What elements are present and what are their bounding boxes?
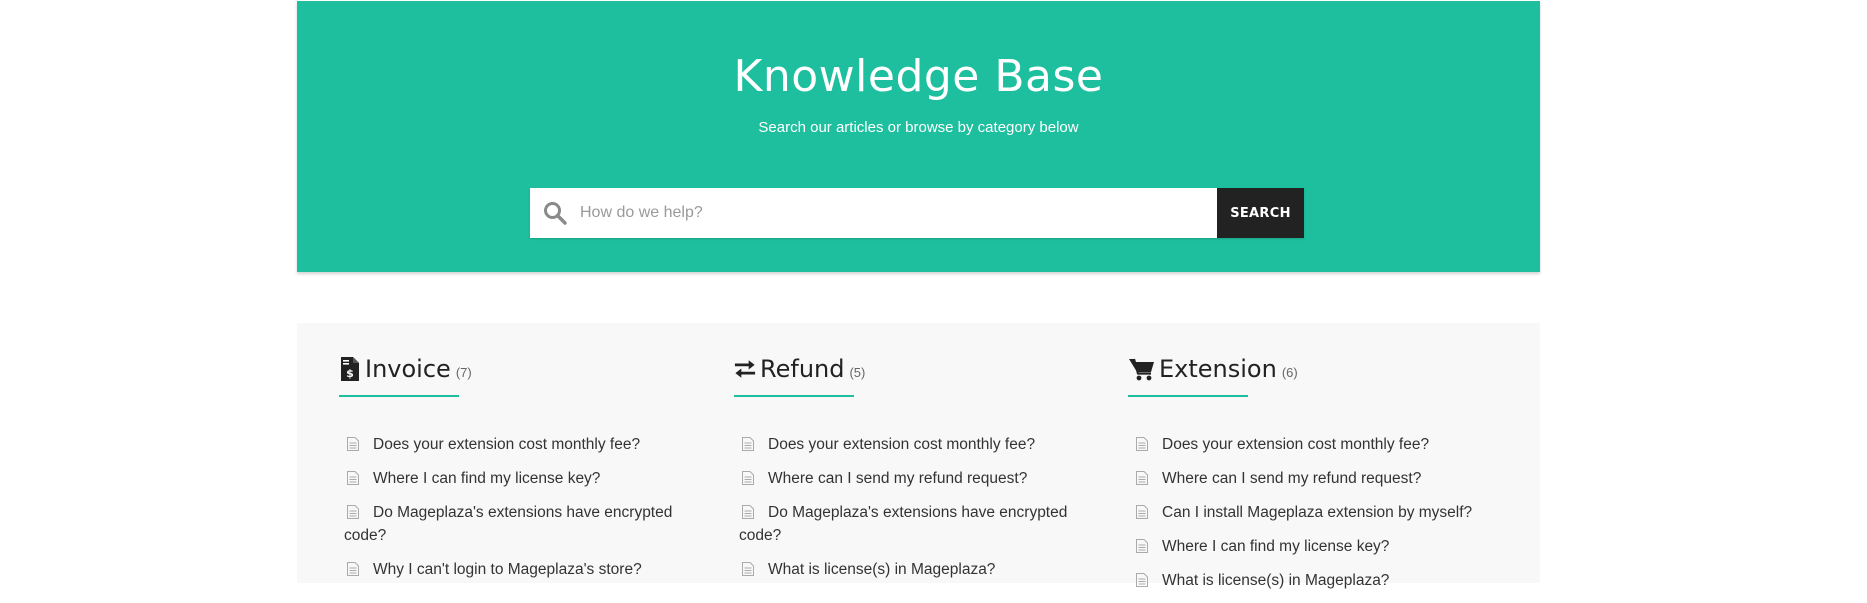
article-link[interactable]: Do Mageplaza's extensions have encrypted… [339,501,699,547]
document-icon [742,560,754,576]
hero-banner: Knowledge Base Search our articles or br… [297,1,1540,272]
article-link[interactable]: Can I install Mageplaza extension by mys… [1128,501,1488,524]
article-list: Does your extension cost monthly fee? Wh… [1128,433,1488,592]
category-header: Refund (5) [734,352,1094,386]
exchange-arrows-icon [734,356,756,382]
category-count: (5) [849,364,866,380]
category-invoice: $ Invoice (7) Does your extension cost m… [339,352,699,592]
category-extension: Extension (6) Does your extension cost m… [1128,352,1488,603]
category-title-extension[interactable]: Extension [1159,355,1277,383]
category-refund: Refund (5) Does your extension cost mont… [734,352,1094,592]
search-button[interactable]: SEARCH [1217,188,1304,238]
category-underline [339,395,459,397]
document-icon [1136,469,1148,485]
article-link[interactable]: Where I can find my license key? [339,467,699,490]
category-header: Extension (6) [1128,352,1488,386]
category-title-invoice[interactable]: Invoice [365,355,451,383]
article-link[interactable]: Where can I send my refund request? [734,467,1094,490]
document-icon [742,469,754,485]
article-link[interactable]: Does your extension cost monthly fee? [339,433,699,456]
search-field[interactable] [530,188,1217,238]
page-title: Knowledge Base [733,51,1104,102]
document-icon [1136,435,1148,451]
category-underline [1128,395,1248,397]
category-header: $ Invoice (7) [339,352,699,386]
article-link[interactable]: Does your extension cost monthly fee? [1128,433,1488,456]
document-icon [347,560,359,576]
article-list: Does your extension cost monthly fee? Wh… [339,433,699,581]
page-subtitle: Search our articles or browse by categor… [758,119,1079,136]
category-count: (7) [455,364,472,380]
document-icon [742,435,754,451]
article-link[interactable]: Do Mageplaza's extensions have encrypted… [734,501,1094,547]
document-icon [742,503,754,519]
article-link[interactable]: What is license(s) in Mageplaza? [734,558,1094,581]
document-icon [347,503,359,519]
search-input[interactable] [580,189,1217,237]
category-count: (6) [1281,364,1298,380]
article-link[interactable]: Why I can't login to Mageplaza's store? [339,558,699,581]
svg-text:$: $ [346,367,354,380]
category-title-refund[interactable]: Refund [760,355,844,383]
search-icon [530,188,580,238]
categories-section: $ Invoice (7) Does your extension cost m… [297,323,1540,589]
article-link[interactable]: What is license(s) in Mageplaza? [1128,569,1488,592]
search-form: SEARCH [530,188,1304,238]
category-underline [734,395,854,397]
document-icon [1136,537,1148,553]
shopping-cart-icon [1128,356,1155,382]
article-link[interactable]: Where can I send my refund request? [1128,467,1488,490]
document-icon [347,435,359,451]
document-icon [347,469,359,485]
article-list: Does your extension cost monthly fee? Wh… [734,433,1094,581]
article-link[interactable]: Where I can find my license key? [1128,535,1488,558]
invoice-icon: $ [339,356,361,382]
article-link[interactable]: Does your extension cost monthly fee? [734,433,1094,456]
document-icon [1136,503,1148,519]
